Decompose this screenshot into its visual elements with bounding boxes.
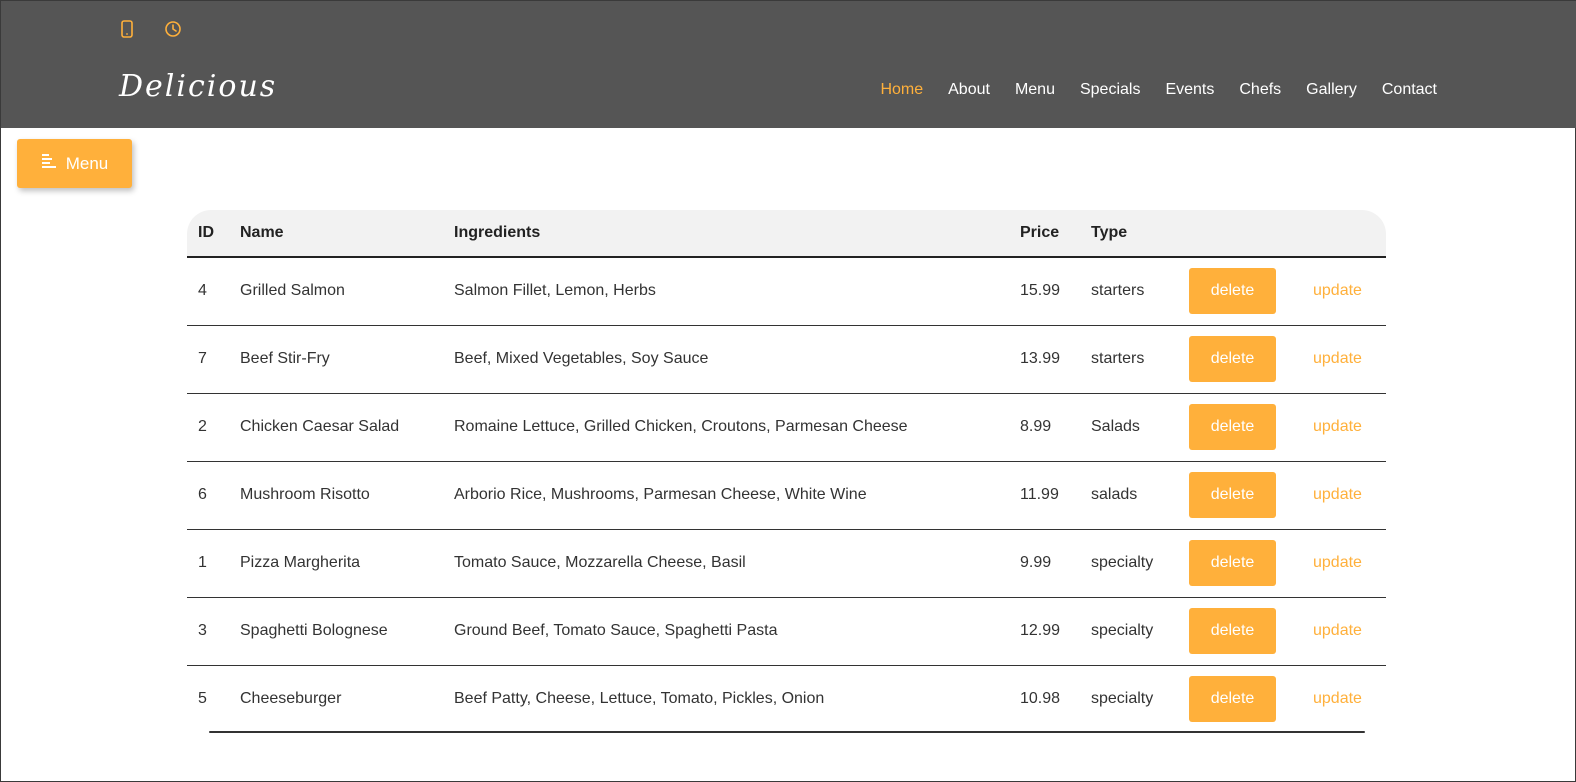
update-link[interactable]: update — [1313, 418, 1362, 435]
cell-id: 3 — [187, 597, 240, 666]
table-row: 7 Beef Stir-Fry Beef, Mixed Vegetables, … — [187, 325, 1386, 394]
update-link[interactable]: update — [1313, 690, 1362, 707]
cell-type: specialty — [1091, 529, 1189, 598]
header-type: Type — [1091, 210, 1189, 258]
cell-price: 11.99 — [1020, 461, 1091, 530]
cell-update: update — [1313, 325, 1386, 394]
table-row: 5 Cheeseburger Beef Patty, Cheese, Lettu… — [187, 665, 1386, 733]
delete-button[interactable]: delete — [1189, 268, 1276, 315]
clock-icon — [163, 19, 183, 39]
table-row: 1 Pizza Margherita Tomato Sauce, Mozzare… — [187, 529, 1386, 598]
site-header: Delicious Home About Menu Specials Event… — [1, 1, 1576, 128]
cell-ingredients: Tomato Sauce, Mozzarella Cheese, Basil — [454, 529, 1020, 598]
table-row: 3 Spaghetti Bolognese Ground Beef, Tomat… — [187, 597, 1386, 666]
header-update — [1313, 210, 1386, 258]
cell-name: Pizza Margherita — [240, 529, 454, 598]
cell-ingredients: Ground Beef, Tomato Sauce, Spaghetti Pas… — [454, 597, 1020, 666]
delete-button[interactable]: delete — [1189, 336, 1276, 382]
update-link[interactable]: update — [1313, 554, 1362, 571]
update-link[interactable]: update — [1313, 282, 1362, 299]
nav-item-menu[interactable]: Menu — [1015, 81, 1055, 99]
header-id: ID — [187, 210, 240, 258]
cell-update: update — [1313, 665, 1386, 733]
cell-ingredients: Romaine Lettuce, Grilled Chicken, Crouto… — [454, 393, 1020, 462]
table-row: 6 Mushroom Risotto Arborio Rice, Mushroo… — [187, 461, 1386, 530]
phone-icon — [117, 19, 137, 39]
cell-type: specialty — [1091, 597, 1189, 666]
cell-name: Cheeseburger — [240, 690, 342, 708]
menu-button-label: Menu — [65, 153, 109, 173]
header-price: Price — [1020, 210, 1091, 258]
cell-delete: delete — [1189, 325, 1313, 394]
nav-item-home[interactable]: Home — [880, 81, 923, 99]
header-name: Name — [240, 210, 454, 258]
table-bottom-border — [209, 731, 1365, 733]
cell-id: 2 — [187, 393, 240, 462]
menu-toggle-button[interactable]: Menu — [17, 139, 132, 188]
menu-table: ID Name Ingredients Price Type 4 Grilled… — [187, 210, 1386, 733]
update-link[interactable]: update — [1313, 350, 1362, 367]
delete-button[interactable]: delete — [1189, 404, 1276, 450]
delete-button[interactable]: delete — [1189, 540, 1276, 586]
cell-id: 1 — [187, 529, 240, 598]
table-row: 4 Grilled Salmon Salmon Fillet, Lemon, H… — [187, 257, 1386, 326]
table-row: 2 Chicken Caesar Salad Romaine Lettuce, … — [187, 393, 1386, 462]
delete-button[interactable]: delete — [1189, 472, 1276, 518]
cell-ingredients: Arborio Rice, Mushrooms, Parmesan Cheese… — [454, 461, 1020, 530]
cell-type: Salads — [1091, 393, 1189, 462]
cell-name: Chicken Caesar Salad — [240, 393, 454, 462]
cell-delete: delete — [1189, 529, 1313, 598]
cell-id: 4 — [187, 257, 240, 326]
cell-update: update — [1313, 597, 1386, 666]
cell-type: salads — [1091, 461, 1189, 530]
cell-name: Beef Stir-Fry — [240, 325, 454, 394]
nav-item-specials[interactable]: Specials — [1080, 81, 1140, 99]
cell-update: update — [1313, 257, 1386, 326]
header-delete — [1189, 210, 1313, 258]
delete-button[interactable]: delete — [1189, 676, 1276, 723]
cell-price: 10.98 — [1020, 690, 1061, 708]
cell-type: starters — [1091, 257, 1189, 326]
menu-lines-icon — [41, 153, 57, 174]
table-header-row: ID Name Ingredients Price Type — [187, 210, 1386, 258]
cell-id: 5 — [198, 690, 207, 708]
cell-ingredients: Beef Patty, Cheese, Lettuce, Tomato, Pic… — [454, 690, 825, 708]
cell-type: specialty — [1091, 690, 1154, 708]
nav-item-gallery[interactable]: Gallery — [1306, 81, 1357, 99]
delete-button[interactable]: delete — [1189, 608, 1276, 654]
cell-type: starters — [1091, 325, 1189, 394]
cell-id: 6 — [187, 461, 240, 530]
cell-update: update — [1313, 461, 1386, 530]
cell-name: Spaghetti Bolognese — [240, 597, 454, 666]
nav-item-contact[interactable]: Contact — [1382, 81, 1437, 99]
cell-name: Mushroom Risotto — [240, 461, 454, 530]
menu-table-container: ID Name Ingredients Price Type 4 Grilled… — [187, 210, 1386, 733]
header-ingredients: Ingredients — [454, 210, 1020, 258]
cell-delete: delete — [1189, 257, 1313, 326]
main-nav: Home About Menu Specials Events Chefs Ga… — [880, 81, 1437, 99]
cell-delete: delete — [1189, 393, 1313, 462]
cell-delete: delete — [1189, 665, 1313, 733]
cell-update: update — [1313, 393, 1386, 462]
cell-update: update — [1313, 529, 1386, 598]
cell-delete: delete — [1189, 461, 1313, 530]
cell-delete: delete — [1189, 597, 1313, 666]
cell-price: 13.99 — [1020, 325, 1091, 394]
cell-ingredients: Beef, Mixed Vegetables, Soy Sauce — [454, 325, 1020, 394]
cell-ingredients: Salmon Fillet, Lemon, Herbs — [454, 257, 1020, 326]
cell-price: 9.99 — [1020, 529, 1091, 598]
cell-name: Grilled Salmon — [240, 257, 454, 326]
cell-id: 7 — [187, 325, 240, 394]
nav-item-chefs[interactable]: Chefs — [1239, 81, 1281, 99]
update-link[interactable]: update — [1313, 622, 1362, 639]
cell-price: 15.99 — [1020, 257, 1091, 326]
nav-item-events[interactable]: Events — [1165, 81, 1214, 99]
cell-price: 12.99 — [1020, 597, 1091, 666]
cell-price: 8.99 — [1020, 393, 1091, 462]
nav-item-about[interactable]: About — [948, 81, 990, 99]
brand-logo[interactable]: Delicious — [119, 69, 277, 104]
update-link[interactable]: update — [1313, 486, 1362, 503]
